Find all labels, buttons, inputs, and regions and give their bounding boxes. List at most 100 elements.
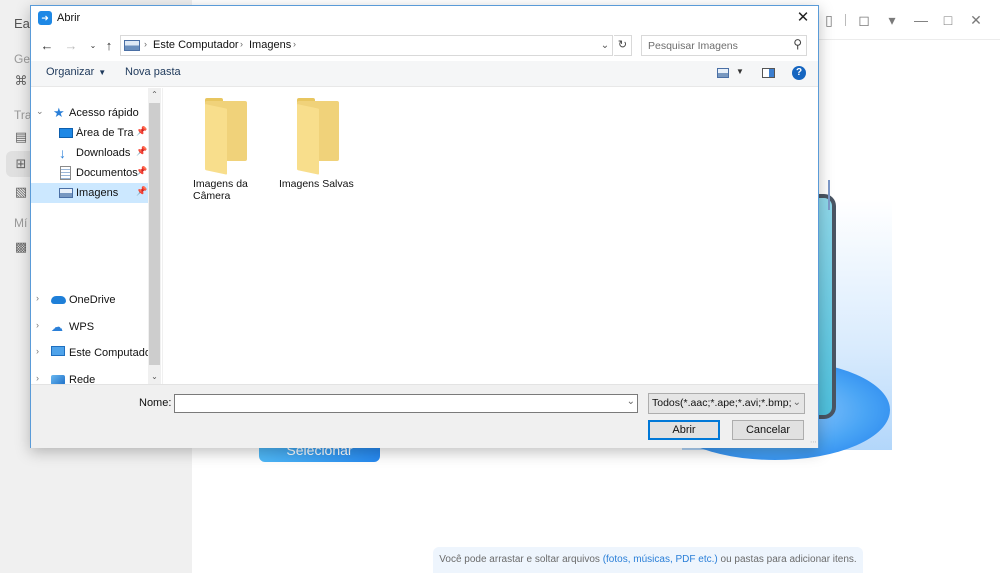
tree-item-downloads[interactable]: ↓ Downloads 📌 xyxy=(31,143,161,163)
scrollbar-thumb[interactable] xyxy=(149,103,160,365)
pictures-icon xyxy=(59,188,73,198)
download-icon: ↓ xyxy=(59,145,66,161)
filename-combobox[interactable]: ⌄ xyxy=(174,394,638,413)
folder-icon-front xyxy=(205,104,227,175)
dialog-title: Abrir xyxy=(57,12,81,24)
tree-item-label: Documentos xyxy=(76,167,138,179)
filename-label: Nome: xyxy=(139,397,172,409)
tree-item-documents[interactable]: Documentos 📌 xyxy=(31,163,161,183)
desktop-icon xyxy=(59,128,73,138)
organize-label: Organizar xyxy=(46,66,95,78)
video-camera-icon[interactable]: ▩ xyxy=(12,238,30,256)
file-type-select[interactable]: Todos(*.aac;*.ape;*.avi;*.bmp;*. ⌄ xyxy=(648,393,805,414)
pin-icon: 📌 xyxy=(136,126,148,136)
view-options-caret-icon[interactable]: ▼ xyxy=(736,67,744,76)
folder-label: Imagens Salvas xyxy=(279,178,369,190)
change-view-icon[interactable] xyxy=(717,68,729,78)
document-icon xyxy=(60,166,71,180)
caret-down-icon: ▼ xyxy=(98,68,107,77)
tree-item-wps[interactable]: › ☁ WPS xyxy=(31,317,161,337)
search-field[interactable]: ⚲ xyxy=(641,35,807,56)
sidebar-section-media: Mí xyxy=(14,216,28,230)
pin-icon: 📌 xyxy=(136,186,148,196)
up-arrow-icon[interactable]: ↑ xyxy=(100,37,118,55)
refresh-icon[interactable]: ↻ xyxy=(614,35,632,56)
cancel-button[interactable]: Cancelar xyxy=(732,420,804,440)
network-icon xyxy=(51,375,65,384)
sidebar-section-transfer: Tra xyxy=(14,108,32,122)
tree-item-quick-access[interactable]: ⌄ ★ Acesso rápido xyxy=(31,103,161,123)
collapsed-chevron-icon[interactable]: › xyxy=(36,373,39,383)
organize-button[interactable]: Organizar ▼ xyxy=(46,66,106,78)
search-input[interactable] xyxy=(642,36,782,55)
dialog-close-button[interactable]: ✕ xyxy=(788,6,818,32)
expanded-chevron-icon[interactable]: ⌄ xyxy=(36,106,44,117)
navigation-pane: ⌄ ★ Acesso rápido Área de Traba 📌 ↓ Down… xyxy=(31,88,161,384)
forward-arrow-icon[interactable]: → xyxy=(62,37,80,55)
minimize-icon[interactable]: — xyxy=(911,10,931,30)
close-icon[interactable]: ✕ xyxy=(966,10,986,30)
pc-transfer-icon[interactable]: ▤ xyxy=(12,128,30,146)
resize-grip-icon[interactable]: ⋯ xyxy=(810,438,817,446)
folder-label: Imagens da Câmera xyxy=(193,178,273,202)
tree-item-network[interactable]: › Rede xyxy=(31,370,161,384)
device-icon[interactable]: ▯ xyxy=(819,10,839,30)
app-logo-icon: ➜ xyxy=(38,11,52,25)
tree-item-label: Rede xyxy=(69,374,96,384)
collapsed-chevron-icon[interactable]: › xyxy=(36,293,39,303)
help-icon[interactable]: ? xyxy=(792,66,806,80)
file-list: Imagens da Câmera Imagens Salvas xyxy=(162,88,818,384)
tree-item-label: Imagens xyxy=(76,187,119,199)
tree-item-pictures[interactable]: Imagens 📌 xyxy=(31,183,161,203)
tree-item-this-pc[interactable]: › Este Computador xyxy=(31,343,161,363)
search-icon[interactable]: ⚲ xyxy=(793,37,802,51)
chevron-down-icon[interactable]: ⌄ xyxy=(627,396,635,407)
dialog-titlebar[interactable]: ➜ Abrir ✕ xyxy=(31,6,818,32)
file-type-value: Todos(*.aac;*.ape;*.avi;*.bmp;*. xyxy=(652,397,799,409)
folder-label-line: Imagens da xyxy=(193,178,248,190)
breadcrumb-este-computador[interactable]: Este Computador xyxy=(153,39,239,51)
address-history-dropdown-icon[interactable]: ⌄ xyxy=(596,35,614,56)
new-folder-button[interactable]: Nova pasta xyxy=(125,66,181,78)
open-file-dialog: ➜ Abrir ✕ ← → ⌄ ↑ › Este Computador › Im… xyxy=(30,5,819,448)
tree-item-label: WPS xyxy=(69,321,95,333)
navigation-scrollbar[interactable]: ⌃ ⌄ xyxy=(148,88,161,384)
folder-item-camera-roll[interactable]: Imagens da Câmera xyxy=(185,96,265,206)
breadcrumb-separator-icon[interactable]: › xyxy=(240,39,243,49)
folder-label-line: Câmera xyxy=(193,190,231,202)
computer-icon xyxy=(51,346,65,356)
maximize-icon[interactable]: □ xyxy=(938,10,958,30)
scroll-down-icon[interactable]: ⌄ xyxy=(148,370,161,384)
drop-hint-text: Você pode arrastar e soltar arquivos xyxy=(439,554,603,565)
phone-import-icon[interactable]: ⊞ xyxy=(12,155,30,173)
folder-item-saved-pictures[interactable]: Imagens Salvas xyxy=(277,96,357,206)
address-bar[interactable]: › Este Computador › Imagens › xyxy=(120,35,613,56)
folder-icon-front xyxy=(297,104,319,175)
cloud-icon xyxy=(51,296,66,304)
collapsed-chevron-icon[interactable]: › xyxy=(36,320,39,330)
apps-grid-icon[interactable]: ⌘ xyxy=(12,72,30,90)
drop-hint-text-end: ou pastas para adicionar itens. xyxy=(717,554,857,565)
tree-item-desktop[interactable]: Área de Traba 📌 xyxy=(31,123,161,143)
breadcrumb-separator-icon[interactable]: › xyxy=(144,39,147,49)
tshirt-icon[interactable]: ◻ xyxy=(854,10,874,30)
open-button[interactable]: Abrir xyxy=(648,420,720,440)
drop-hint-file-types: (fotos, músicas, PDF etc.) xyxy=(602,554,718,565)
collapsed-chevron-icon[interactable]: › xyxy=(36,346,39,356)
toolbar-divider xyxy=(845,14,846,26)
tree-item-onedrive[interactable]: › OneDrive xyxy=(31,290,161,310)
scroll-up-icon[interactable]: ⌃ xyxy=(148,88,161,102)
breadcrumb-separator-icon[interactable]: › xyxy=(293,39,296,49)
pin-icon: 📌 xyxy=(136,166,148,176)
dialog-footer: Nome: ⌄ Todos(*.aac;*.ape;*.avi;*.bmp;*.… xyxy=(31,384,818,448)
wps-cloud-icon: ☁ xyxy=(51,320,63,334)
star-icon: ★ xyxy=(53,105,65,120)
breadcrumb-imagens[interactable]: Imagens xyxy=(249,39,291,51)
preview-pane-icon[interactable] xyxy=(762,68,775,78)
phone-export-icon[interactable]: ▧ xyxy=(12,183,30,201)
dropdown-menu-icon[interactable]: ▾ xyxy=(882,10,902,30)
command-bar: Organizar ▼ Nova pasta ▼ ? xyxy=(31,61,818,87)
back-arrow-icon[interactable]: ← xyxy=(38,37,56,55)
chevron-down-icon: ⌄ xyxy=(790,397,801,408)
filename-input[interactable] xyxy=(175,395,615,412)
